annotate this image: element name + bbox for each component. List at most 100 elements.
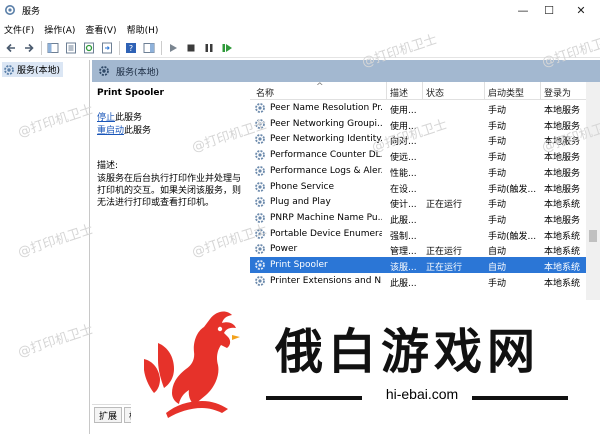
service-action-links: 停止此服务 重启动此服务 [97,112,241,138]
service-gear-icon [255,244,265,255]
service-name-cell: Power [270,244,298,255]
service-startup-type-cell: 自动 [488,263,507,273]
services-table: 名称 ^ 描述 状态 启动类型 登录为 Peer Name Resolution… [250,82,600,292]
service-description-cell: 强制... [390,231,417,242]
tree-item-services-local[interactable]: 服务(本地) [2,62,64,77]
rooster-logo-icon [144,311,240,418]
toolbar: ? [0,38,600,58]
column-header-name[interactable]: 名称 [256,86,274,99]
service-startup-type-cell: 手动 [488,137,507,148]
column-separator[interactable] [484,82,485,100]
restart-service-icon[interactable] [220,41,234,55]
stop-service-suffix: 此服务 [115,113,143,123]
table-row[interactable]: Portable Device Enumera... 强制... 手动(触发... 本… [250,226,600,242]
tree-item-label: 服务(本地) [17,66,61,76]
service-startup-type-cell: 手动 [488,106,507,116]
pause-service-icon[interactable] [202,41,216,55]
table-row[interactable]: Peer Networking Identity... 向对... 手动 本地服务 [250,131,600,147]
toolbar-separator [161,40,162,55]
service-status-cell: 正在运行 [426,200,463,211]
service-description-cell: 此服... [390,278,417,289]
selected-service-title: Print Spooler [97,88,164,98]
table-row[interactable]: Phone Service 在设... 手动(触发... 本地服务 [250,179,600,195]
menu-bar: 文件(F) 操作(A) 查看(V) 帮助(H) [0,20,600,38]
close-button[interactable]: ✕ [566,0,596,20]
maximize-button[interactable]: ☐ [534,0,564,20]
service-description-cell: 使计... [390,200,417,211]
menu-action[interactable]: 操作(A) [44,23,75,36]
tab-extended[interactable]: 扩展 [94,407,123,423]
column-separator[interactable] [386,82,387,100]
service-name-cell: Peer Name Resolution Pr... [270,103,382,113]
service-gear-icon [255,212,265,223]
service-description-cell: 该服... [390,263,417,273]
menu-file[interactable]: 文件(F) [4,23,34,36]
start-service-icon[interactable] [166,41,180,55]
service-description-cell: 管理... [390,247,417,258]
service-gear-icon [255,197,265,208]
service-name-cell: Performance Counter DL... [270,150,382,161]
brand-divider-right [472,396,568,400]
table-row[interactable]: Peer Networking Groupi... 使用... 手动 本地服务 [250,116,600,132]
service-startup-type-cell: 手动 [488,168,507,179]
table-header: 名称 ^ 描述 状态 启动类型 登录为 [250,82,600,100]
toolbar-separator [41,40,42,55]
forward-icon[interactable] [22,41,36,55]
service-gear-icon [255,275,265,286]
service-startup-type-cell: 手动(触发... [488,184,537,195]
column-header-status[interactable]: 状态 [426,86,444,99]
svg-text:?: ? [129,44,133,53]
service-gear-icon [255,165,265,176]
refresh-icon[interactable] [82,41,96,55]
service-startup-type-cell: 手动 [488,121,507,132]
service-gear-icon [255,228,265,239]
menu-help[interactable]: 帮助(H) [127,23,159,36]
service-status-cell: 正在运行 [426,263,463,273]
service-description-cell: 向对... [390,137,417,148]
properties-icon[interactable] [64,41,78,55]
table-row[interactable]: Performance Logs & Aler... 性能... 手动 本地服务 [250,163,600,179]
service-description-cell: 使用... [390,121,417,132]
column-separator[interactable] [422,82,423,100]
table-row[interactable]: PNRP Machine Name Pu... 此服... 手动 本地服务 [250,210,600,226]
service-gear-icon [255,150,265,160]
table-row[interactable]: Plug and Play 使计... 正在运行 手动 本地系统 [250,194,600,210]
service-startup-type-cell: 手动 [488,278,507,289]
back-icon[interactable] [4,41,18,55]
table-row[interactable]: Performance Counter DL... 使远... 手动 本地服务 [250,147,600,163]
column-header-description[interactable]: 描述 [390,86,408,99]
column-separator[interactable] [540,82,541,100]
restart-service-suffix: 此服务 [124,126,152,136]
service-description-cell: 此服... [390,215,417,226]
table-row[interactable]: Peer Name Resolution Pr... 使用... 手动 本地服务 [250,100,600,116]
stop-service-link[interactable]: 停止 [97,113,115,123]
show-hide-action-pane-icon[interactable] [142,41,156,55]
column-header-startup-type[interactable]: 启动类型 [488,86,524,99]
service-description-cell: 性能... [390,168,417,179]
service-startup-type-cell: 手动 [488,153,507,164]
stop-service-icon[interactable] [184,41,198,55]
service-name-cell: Portable Device Enumera... [270,228,382,239]
service-name-cell: Performance Logs & Aler... [270,165,382,176]
restart-service-link[interactable]: 重启动 [97,126,124,136]
table-row-selected[interactable]: Print Spooler 该服... 正在运行 自动 本地系统 [250,257,600,273]
service-name-cell: Peer Networking Identity... [270,134,382,145]
console-tree-icon[interactable] [46,41,60,55]
service-gear-icon [255,260,265,270]
scrollbar-thumb[interactable] [589,230,597,242]
service-startup-type-cell: 手动(触发... [488,231,537,242]
service-gear-icon [255,103,265,113]
service-description-cell: 在设... [390,184,417,195]
help-icon[interactable]: ? [124,41,138,55]
table-row[interactable]: Power 管理... 正在运行 自动 本地系统 [250,241,600,257]
window-title: 服务 [22,6,41,17]
table-row[interactable]: Printer Extensions and N... 此服... 手动 本地系统 [250,273,600,289]
brand-name: 俄白游戏网 [275,324,541,380]
column-header-log-on-as[interactable]: 登录为 [544,86,571,99]
service-status-cell: 正在运行 [426,247,463,258]
service-name-cell: Printer Extensions and N... [270,275,382,286]
service-name-cell: Plug and Play [270,197,331,208]
menu-view[interactable]: 查看(V) [85,23,116,36]
export-list-icon[interactable] [100,41,114,55]
gear-icon [99,66,109,76]
